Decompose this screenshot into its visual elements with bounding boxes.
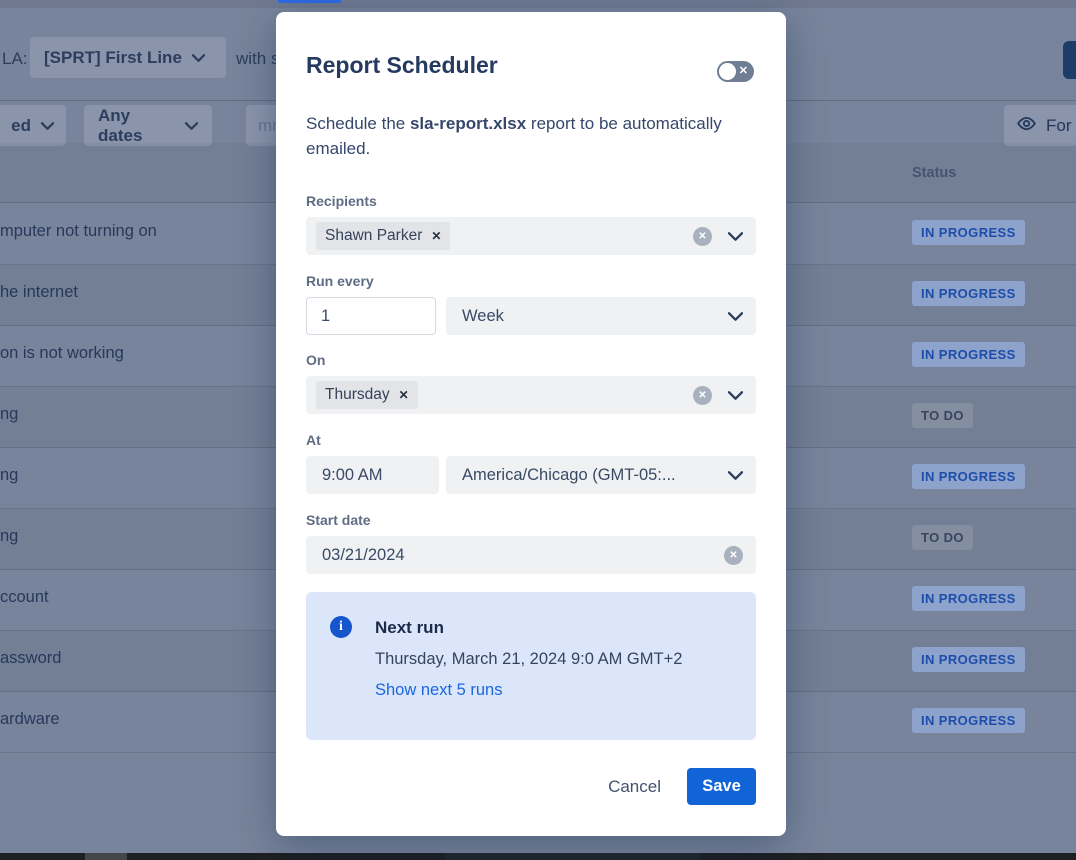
issue-summary: on is not working	[0, 344, 124, 363]
on-label: On	[306, 352, 325, 368]
timezone-value: America/Chicago (GMT-05:...	[462, 466, 676, 485]
report-filename: sla-report.xlsx	[410, 114, 526, 133]
issue-summary: ng	[0, 405, 18, 424]
clear-recipients-icon[interactable]: ✕	[693, 227, 712, 246]
timezone-select[interactable]: America/Chicago (GMT-05:...	[446, 456, 756, 494]
scheduler-enabled-toggle[interactable]: ✕	[717, 61, 754, 82]
browser-chrome-edge	[0, 0, 1076, 8]
sla-select[interactable]: [SPRT] First Line	[30, 37, 226, 78]
next-run-title: Next run	[375, 618, 444, 638]
time-input[interactable]: 9:00 AM	[306, 456, 439, 494]
start-date-value: 03/21/2024	[322, 546, 405, 565]
remove-recipient-icon[interactable]: ✕	[431, 229, 441, 243]
recipients-multiselect[interactable]: Shawn Parker ✕ ✕	[306, 217, 756, 255]
status-column-header: Status	[912, 165, 956, 181]
status-badge: IN PROGRESS	[912, 708, 1025, 733]
filter-dropdown-1-value: ed	[11, 116, 31, 136]
clear-weekday-icon[interactable]: ✕	[693, 386, 712, 405]
issue-summary: assword	[0, 649, 61, 668]
next-run-panel: i Next run Thursday, March 21, 2024 9:0 …	[306, 592, 756, 740]
filter-dropdown-1[interactable]: ed	[0, 105, 66, 146]
issue-summary: ng	[0, 527, 18, 546]
issue-summary: he internet	[0, 283, 78, 302]
issue-summary: mputer not turning on	[0, 222, 157, 241]
app-stage: LA: [SPRT] First Line with s ed Any date…	[0, 0, 1076, 860]
recipients-label: Recipients	[306, 193, 377, 209]
eye-icon	[1016, 113, 1037, 139]
bottom-system-bar	[0, 853, 1076, 860]
chevron-down-icon	[728, 471, 743, 480]
with-label: with s	[236, 49, 279, 69]
toggle-off-icon: ✕	[739, 64, 748, 77]
dialog-title: Report Scheduler	[306, 52, 498, 79]
weekday-multiselect[interactable]: Thursday ✕ ✕	[306, 376, 756, 414]
dates-filter-dropdown[interactable]: Any dates	[84, 105, 212, 146]
weekday-chip-label: Thursday	[325, 386, 390, 404]
primary-action-button[interactable]	[1063, 41, 1076, 79]
recipient-chip-label: Shawn Parker	[325, 227, 422, 245]
interval-value: 1	[321, 307, 330, 326]
status-badge: TO DO	[912, 403, 973, 428]
chevron-down-icon	[192, 54, 205, 62]
save-button[interactable]: Save	[687, 768, 756, 805]
show-next-runs-link[interactable]: Show next 5 runs	[375, 681, 503, 700]
run-every-label: Run every	[306, 273, 374, 289]
interval-input[interactable]: 1	[306, 297, 436, 335]
info-icon: i	[330, 616, 352, 638]
next-run-datetime: Thursday, March 21, 2024 9:0 AM GMT+2	[375, 650, 682, 669]
status-badge: IN PROGRESS	[912, 342, 1025, 367]
issue-summary: ng	[0, 466, 18, 485]
report-scheduler-dialog: Report Scheduler ✕ Schedule the sla-repo…	[276, 12, 786, 836]
status-badge: IN PROGRESS	[912, 281, 1025, 306]
issue-summary: ardware	[0, 710, 60, 729]
chevron-down-icon[interactable]	[728, 391, 743, 400]
dialog-description: Schedule the sla-report.xlsx report to b…	[306, 112, 756, 161]
description-prefix: Schedule the	[306, 114, 410, 133]
cancel-button[interactable]: Cancel	[608, 777, 661, 797]
interval-unit-value: Week	[462, 307, 504, 326]
start-date-label: Start date	[306, 512, 371, 528]
bottom-bar-segment	[445, 853, 700, 860]
status-badge: IN PROGRESS	[912, 464, 1025, 489]
format-columns-button[interactable]: For	[1004, 105, 1076, 146]
active-tab-indicator	[278, 0, 341, 3]
status-badge: TO DO	[912, 525, 973, 550]
status-badge: IN PROGRESS	[912, 586, 1025, 611]
recipient-chip: Shawn Parker ✕	[316, 222, 450, 250]
at-label: At	[306, 432, 321, 448]
start-date-input[interactable]: 03/21/2024 ✕	[306, 536, 756, 574]
dialog-footer: Cancel Save	[608, 768, 756, 805]
format-button-label: For	[1046, 116, 1072, 136]
time-value: 9:00 AM	[322, 466, 383, 485]
remove-weekday-icon[interactable]: ✕	[399, 388, 409, 402]
chevron-down-icon	[41, 122, 54, 130]
chevron-down-icon	[728, 312, 743, 321]
status-badge: IN PROGRESS	[912, 220, 1025, 245]
sla-select-value: [SPRT] First Line	[44, 48, 182, 68]
dates-filter-value: Any dates	[98, 106, 175, 146]
sla-label: LA:	[2, 49, 28, 69]
weekday-chip: Thursday ✕	[316, 381, 418, 409]
bottom-bar-segment	[85, 853, 127, 860]
interval-unit-select[interactable]: Week	[446, 297, 756, 335]
toggle-knob	[719, 63, 736, 80]
chevron-down-icon[interactable]	[728, 232, 743, 241]
chevron-down-icon	[185, 122, 198, 130]
issue-summary: ccount	[0, 588, 49, 607]
clear-start-date-icon[interactable]: ✕	[724, 546, 743, 565]
status-badge: IN PROGRESS	[912, 647, 1025, 672]
